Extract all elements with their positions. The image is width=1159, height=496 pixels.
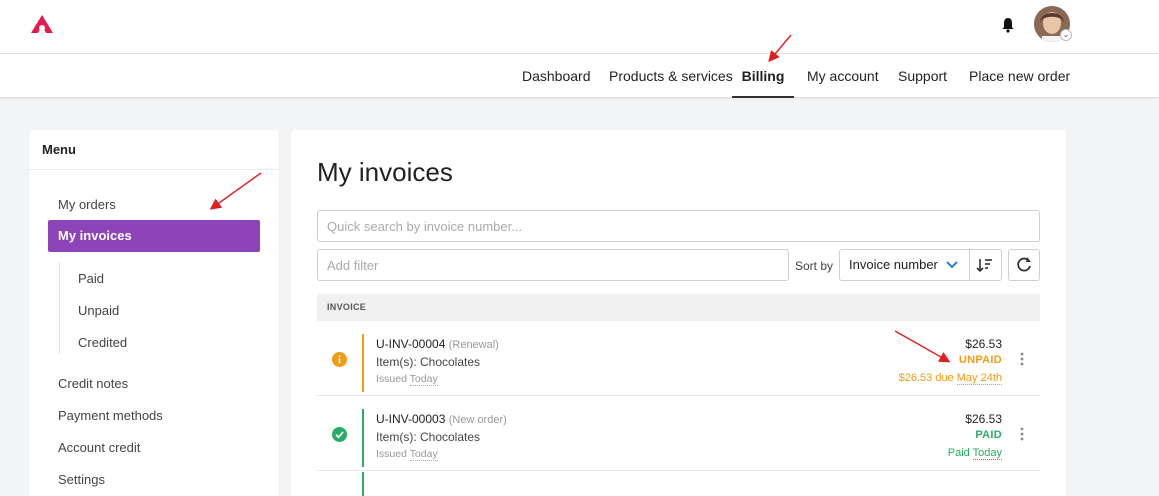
invoice-number[interactable]: U-INV-00004 (Renewal) — [376, 337, 499, 351]
sidebar-item-unpaid[interactable]: Unpaid — [78, 303, 119, 318]
due-date: May 24th — [956, 372, 1002, 385]
invoice-number-text: U-INV-00004 — [376, 337, 446, 351]
status-bar-unpaid — [362, 334, 364, 392]
invoice-row[interactable]: U-INV-00004 (Renewal) Item(s): Chocolate… — [317, 321, 1040, 396]
info-icon — [332, 352, 347, 367]
invoice-paid-date: Paid Today — [947, 447, 1002, 460]
invoice-items: Item(s): Chocolates — [376, 430, 481, 444]
status-bar-next-row — [362, 472, 364, 496]
paid-prefix: Paid — [947, 447, 970, 459]
nav-billing[interactable]: Billing — [732, 54, 794, 98]
sidebar-item-my-orders[interactable]: My orders — [58, 197, 116, 212]
invoice-due: $26.53 due May 24th — [898, 372, 1002, 385]
refresh-icon — [1017, 257, 1031, 272]
invoice-issued: Issued Today — [376, 448, 438, 461]
more-options-icon[interactable] — [1019, 427, 1025, 441]
sidebar-item-payment-methods[interactable]: Payment methods — [58, 408, 163, 423]
sidebar-item-my-invoices[interactable]: My invoices — [48, 220, 260, 252]
sidebar-item-account-credit[interactable]: Account credit — [58, 440, 140, 455]
sidebar-item-credited[interactable]: Credited — [78, 335, 127, 350]
invoices-panel: My invoices Sort by Invoice number INVOI… — [291, 130, 1066, 496]
refresh-button[interactable] — [1008, 249, 1040, 281]
nav-place-new-order[interactable]: Place new order — [969, 54, 1070, 98]
invoice-amount: $26.53 — [965, 412, 1002, 426]
sort-descending-icon — [976, 259, 992, 273]
invoice-search-input[interactable] — [317, 210, 1040, 242]
chevron-down-icon — [946, 261, 958, 269]
invoice-items: Item(s): Chocolates — [376, 355, 481, 369]
notification-bell-icon[interactable] — [1001, 17, 1015, 33]
avatar-dropdown-chevron-icon[interactable]: ⌄ — [1060, 29, 1072, 41]
sidebar-item-settings[interactable]: Settings — [58, 472, 105, 487]
submenu-divider — [59, 262, 60, 354]
nav-support[interactable]: Support — [898, 54, 947, 98]
nav-products-services[interactable]: Products & services — [609, 54, 733, 98]
sort-field-value: Invoice number — [849, 257, 938, 272]
sort-by-label: Sort by — [795, 259, 834, 273]
due-prefix: $26.53 due — [898, 372, 954, 384]
nav-dashboard[interactable]: Dashboard — [522, 54, 591, 98]
status-bar-paid — [362, 409, 364, 467]
status-badge-unpaid: UNPAID — [958, 354, 1002, 366]
brand-logo-icon[interactable] — [31, 15, 53, 33]
invoice-row[interactable]: U-INV-00003 (New order) Item(s): Chocola… — [317, 396, 1040, 471]
sidebar-item-credit-notes[interactable]: Credit notes — [58, 376, 128, 391]
issued-date: Today — [409, 448, 438, 461]
sidebar-menu: Menu My orders My invoices Paid Unpaid C… — [29, 130, 279, 496]
issued-prefix: Issued — [376, 448, 407, 460]
sidebar-title: Menu — [29, 130, 279, 170]
page-title: My invoices — [317, 157, 453, 187]
main-navigation: Dashboard Products & services Billing My… — [0, 54, 1159, 98]
sort-direction-button[interactable] — [969, 249, 1002, 281]
check-circle-icon — [332, 427, 347, 442]
top-bar: ⌄ — [0, 0, 1159, 54]
issued-date: Today — [409, 373, 438, 386]
issued-prefix: Issued — [376, 373, 407, 385]
invoice-number-text: U-INV-00003 — [376, 412, 446, 426]
more-options-icon[interactable] — [1019, 352, 1025, 366]
paid-date: Today — [972, 447, 1002, 460]
add-filter-input[interactable] — [317, 249, 789, 281]
nav-my-account[interactable]: My account — [807, 54, 879, 98]
sidebar-item-paid[interactable]: Paid — [78, 271, 104, 286]
invoice-number[interactable]: U-INV-00003 (New order) — [376, 412, 507, 426]
invoice-kind: (New order) — [448, 414, 507, 426]
status-badge-paid: PAID — [975, 429, 1002, 441]
table-header-invoice: INVOICE — [317, 294, 1040, 321]
invoice-issued: Issued Today — [376, 373, 438, 386]
invoice-kind: (Renewal) — [448, 339, 499, 351]
invoice-amount: $26.53 — [965, 337, 1002, 351]
sort-field-select[interactable]: Invoice number — [839, 249, 970, 281]
